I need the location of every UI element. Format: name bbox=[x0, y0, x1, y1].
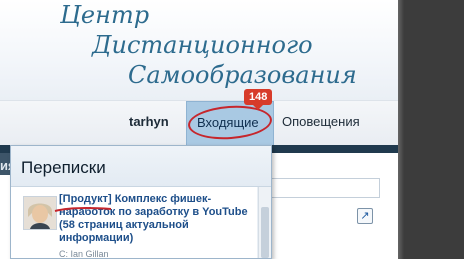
scrollbar-thumb[interactable] bbox=[261, 207, 269, 258]
popup-header: Переписки bbox=[11, 146, 271, 187]
conversation-list: [Продукт] Комплекс фишек-наработок по за… bbox=[11, 187, 271, 259]
popout-icon[interactable]: ↗ bbox=[357, 208, 373, 224]
nav-username-link[interactable]: tarhyn bbox=[129, 114, 169, 129]
avatar[interactable] bbox=[23, 196, 57, 230]
popup-scrollbar[interactable] bbox=[258, 187, 271, 258]
avatar-image bbox=[24, 197, 56, 229]
nav-tab-notifications[interactable]: Оповещения bbox=[282, 114, 360, 129]
site-logo-line-1[interactable]: Центр bbox=[60, 2, 149, 28]
list-item[interactable]: [Продукт] Комплекс фишек-наработок по за… bbox=[11, 187, 257, 259]
annotation-underline-mark bbox=[54, 206, 112, 212]
page-side-background bbox=[398, 0, 464, 259]
conversation-meta: С: Ian Gillan bbox=[59, 249, 109, 259]
popup-title: Переписки bbox=[21, 158, 106, 177]
conversations-popup: Переписки [Продукт] Комплекс фишек-нараб… bbox=[10, 145, 272, 259]
site-logo-line-3[interactable]: Самообразования bbox=[128, 62, 357, 88]
inbox-count-badge: 148 bbox=[244, 89, 273, 110]
site-logo-line-2[interactable]: Дистанционного bbox=[92, 32, 313, 58]
page-input-field[interactable] bbox=[270, 178, 380, 198]
